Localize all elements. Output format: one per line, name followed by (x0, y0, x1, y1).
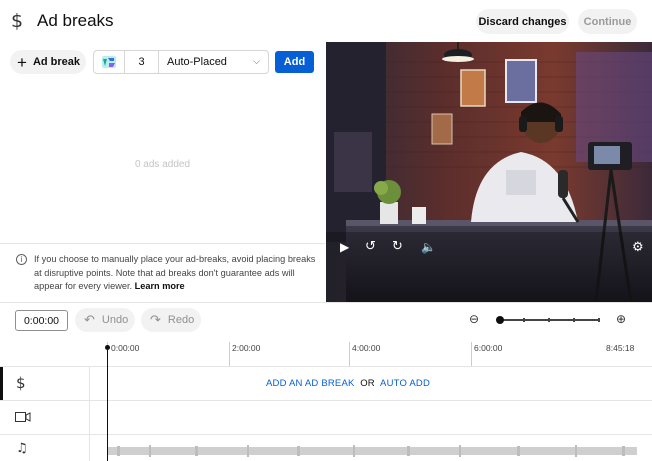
discard-changes-button[interactable]: Discard changes (476, 9, 569, 34)
slider-tick (523, 318, 525, 322)
page-title: Ad breaks (37, 11, 114, 30)
current-time-input[interactable]: 0:00:00 (15, 310, 68, 331)
empty-state: 0 ads added (134, 159, 191, 170)
track-divider (0, 400, 652, 401)
zoom-out-icon[interactable]: ⊖ (469, 312, 483, 326)
volume-icon[interactable]: 🔈 (421, 240, 436, 254)
ad-track-header (0, 367, 90, 400)
zoom-slider-handle[interactable] (496, 316, 504, 324)
ad-track-actions: ADD AN AD BREAK OR AUTO ADD (266, 378, 430, 389)
video-frame-image (326, 42, 652, 302)
timeline-ruler: 0:00:00 2:00:00 4:00:00 6:00:00 8:45:18 (0, 338, 652, 366)
dollar-icon: $ (11, 10, 24, 32)
chevron-down-icon: ⌵ (253, 56, 260, 66)
placement-select-value: Auto-Placed (167, 56, 227, 68)
audio-track-header (0, 435, 90, 461)
zoom-slider[interactable] (496, 316, 600, 324)
ruler-label: 0:00:00 (111, 343, 140, 353)
play-icon[interactable]: ▶ (340, 240, 349, 254)
active-track-indicator (0, 367, 3, 400)
add-an-ad-break-link[interactable]: ADD AN AD BREAK (266, 378, 355, 389)
divider (0, 302, 652, 303)
ad-count-input[interactable]: 3 (125, 51, 159, 73)
forward-10-icon[interactable]: ↻ (392, 239, 403, 254)
or-text: OR (360, 378, 375, 389)
video-preview[interactable]: ▶ ↺ ↻ 🔈 ⚙ (326, 42, 652, 302)
ad-break-combo: 3 Auto-Placed ⌵ (93, 50, 269, 74)
video-track-header (0, 401, 90, 434)
learn-more-link[interactable]: Learn more (135, 281, 185, 291)
divider (0, 243, 325, 244)
ruler-label: 2:00:00 (232, 343, 261, 353)
gear-icon[interactable]: ⚙ (632, 240, 644, 255)
ruler-tick (229, 342, 230, 366)
continue-button[interactable]: Continue (578, 9, 637, 34)
ruler-label: 4:00:00 (352, 343, 381, 353)
slider-tick (548, 318, 550, 322)
undo-icon: ↶ (84, 312, 95, 328)
slider-tick (598, 318, 600, 322)
add-ad-break-label: Ad break (32, 56, 81, 68)
ruler-label: 6:00:00 (474, 343, 503, 353)
undo-label: Undo (101, 314, 129, 326)
dollar-icon: $ (16, 374, 26, 392)
placement-select[interactable]: Auto-Placed ⌵ (159, 51, 268, 73)
audio-waveform (107, 445, 637, 457)
add-button[interactable]: Add (275, 51, 314, 73)
rewind-10-icon[interactable]: ↺ (365, 239, 376, 254)
ruler-tick (471, 342, 472, 366)
ruler-tick (349, 342, 350, 366)
redo-icon: ↷ (150, 312, 161, 328)
slider-tick (573, 318, 575, 322)
ruler-label: 8:45:18 (606, 343, 635, 353)
track-divider (0, 434, 652, 435)
auto-add-link[interactable]: AUTO ADD (380, 378, 430, 389)
add-ad-break-button[interactable]: + Ad break (10, 50, 86, 74)
plus-icon: + (17, 52, 27, 72)
playhead[interactable] (105, 345, 110, 461)
redo-label: Redo (167, 314, 195, 326)
playhead-handle[interactable] (105, 345, 110, 350)
ad-type-logo-icon[interactable] (94, 51, 125, 73)
track-divider (0, 366, 652, 367)
header: $ Ad breaks Discard changes Continue (0, 0, 652, 42)
redo-button[interactable]: ↷ Redo (141, 308, 201, 332)
video-camera-icon (15, 408, 31, 427)
music-note-icon: ♫ (16, 441, 28, 456)
undo-button[interactable]: ↶ Undo (75, 308, 135, 332)
info-icon: i (16, 254, 27, 265)
zoom-in-icon[interactable]: ⊕ (616, 312, 630, 326)
info-message: If you choose to manually place your ad-… (34, 253, 318, 294)
